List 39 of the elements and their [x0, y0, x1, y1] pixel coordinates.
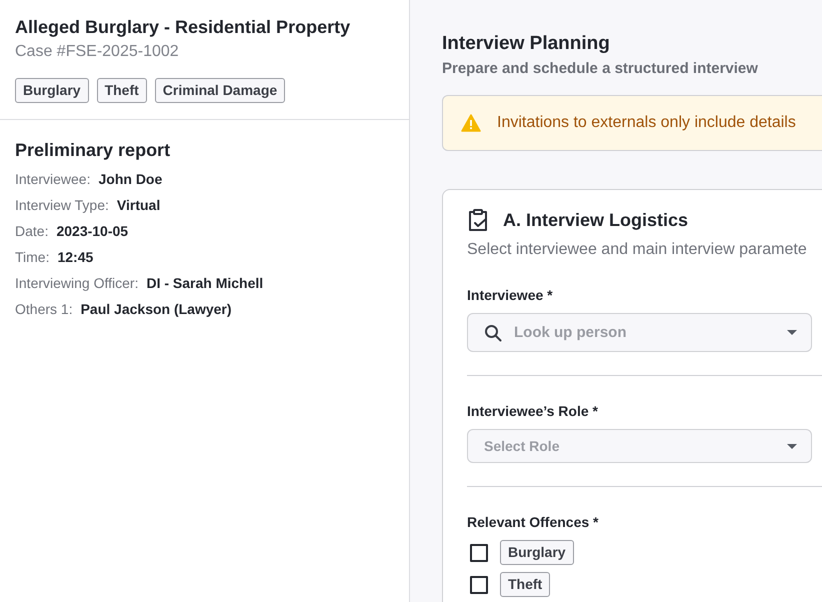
case-title: Alleged Burglary - Residential Property: [15, 16, 352, 39]
field-value: John Doe: [98, 170, 162, 189]
role-input[interactable]: Select Role: [484, 438, 775, 454]
warning-icon: [461, 114, 481, 132]
offence-tag: Burglary: [15, 78, 89, 103]
field-label: Date:: [15, 222, 48, 241]
field-label: Interview Type:: [15, 196, 109, 215]
section-title: A. Interview Logistics: [503, 210, 688, 230]
field-value: Virtual: [116, 196, 160, 215]
role-select[interactable]: Select Role: [467, 429, 812, 463]
report-title: Preliminary report: [15, 139, 172, 162]
search-icon: [484, 324, 502, 342]
case-number: Case #FSE-2025-1002: [15, 42, 180, 62]
field-label: Time:: [15, 248, 50, 267]
offence-tag: Burglary: [500, 540, 574, 565]
person-search-field[interactable]: Look up person: [467, 313, 812, 352]
checkbox[interactable]: [470, 576, 488, 594]
field-label: Interviewing Officer:: [15, 274, 138, 293]
field-value: Paul Jackson (Lawyer): [80, 300, 232, 319]
offence-tag: Theft: [96, 78, 147, 103]
field-value: 12:45: [57, 248, 94, 267]
field-label: Others 1:: [15, 300, 73, 319]
warning-text: Invitations to externals only include details: [497, 114, 796, 132]
field-value: DI - Sarah Michell: [146, 274, 264, 293]
caret-icon: [787, 444, 797, 448]
field-label: Interviewee *: [467, 287, 554, 303]
person-search-input[interactable]: Look up person: [514, 324, 775, 341]
clipboard-check-icon: [467, 208, 489, 232]
offence-tag: Theft: [500, 572, 550, 597]
field-label: Interviewee:: [15, 170, 90, 189]
page-title: Interview Planning: [442, 32, 611, 56]
section-subtitle: Select interviewee and main interview paramete: [467, 241, 808, 259]
caret-icon: [787, 330, 797, 335]
page-subtitle: Prepare and schedule a structured interview: [442, 60, 759, 77]
offence-tag: Criminal Damage: [154, 78, 286, 103]
field-label: Interviewee’s Role *: [467, 403, 599, 419]
checkbox[interactable]: [470, 544, 488, 562]
field-value: 2023-10-05: [56, 222, 128, 241]
field-label: Relevant Offences *: [467, 514, 600, 530]
